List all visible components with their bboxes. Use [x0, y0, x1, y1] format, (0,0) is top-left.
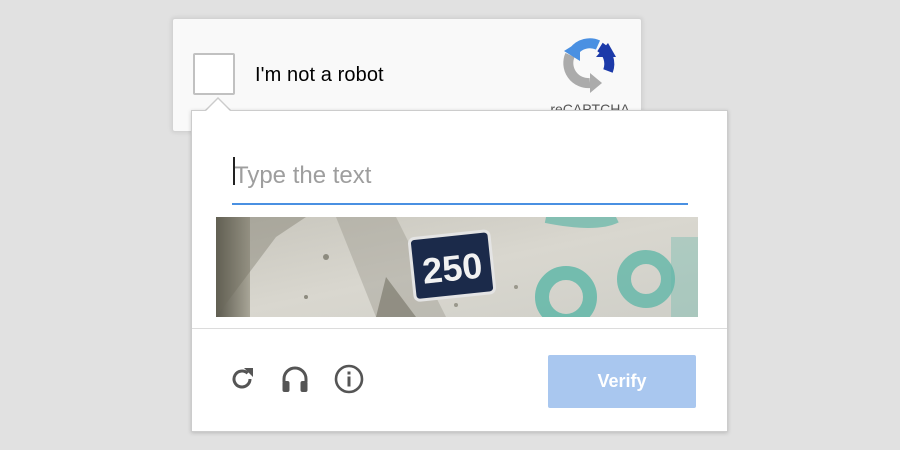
- reload-icon: [232, 368, 253, 389]
- verify-button[interactable]: Verify: [548, 355, 696, 408]
- recaptcha-logo[interactable]: reCAPTCHA: [545, 33, 635, 117]
- reload-button[interactable]: [226, 363, 258, 395]
- captcha-image-text: 250: [420, 245, 484, 292]
- divider: [192, 328, 727, 329]
- page: I'm not a robot reCAPTCHA Type the text …: [0, 0, 900, 450]
- audio-challenge-button[interactable]: [279, 363, 311, 395]
- captcha-text-input[interactable]: [232, 149, 688, 205]
- recaptcha-logo-icon: [563, 38, 616, 93]
- text-cursor: [233, 157, 235, 185]
- challenge-popup: 250 Verify: [191, 110, 728, 432]
- captcha-image: 250: [216, 217, 698, 317]
- not-a-robot-checkbox[interactable]: [193, 53, 235, 95]
- headphones-icon: [282, 366, 308, 392]
- checkbox-label: I'm not a robot: [255, 64, 384, 86]
- popup-arrow-fill: [205, 99, 231, 112]
- info-icon: [334, 364, 364, 394]
- info-button[interactable]: [333, 363, 365, 395]
